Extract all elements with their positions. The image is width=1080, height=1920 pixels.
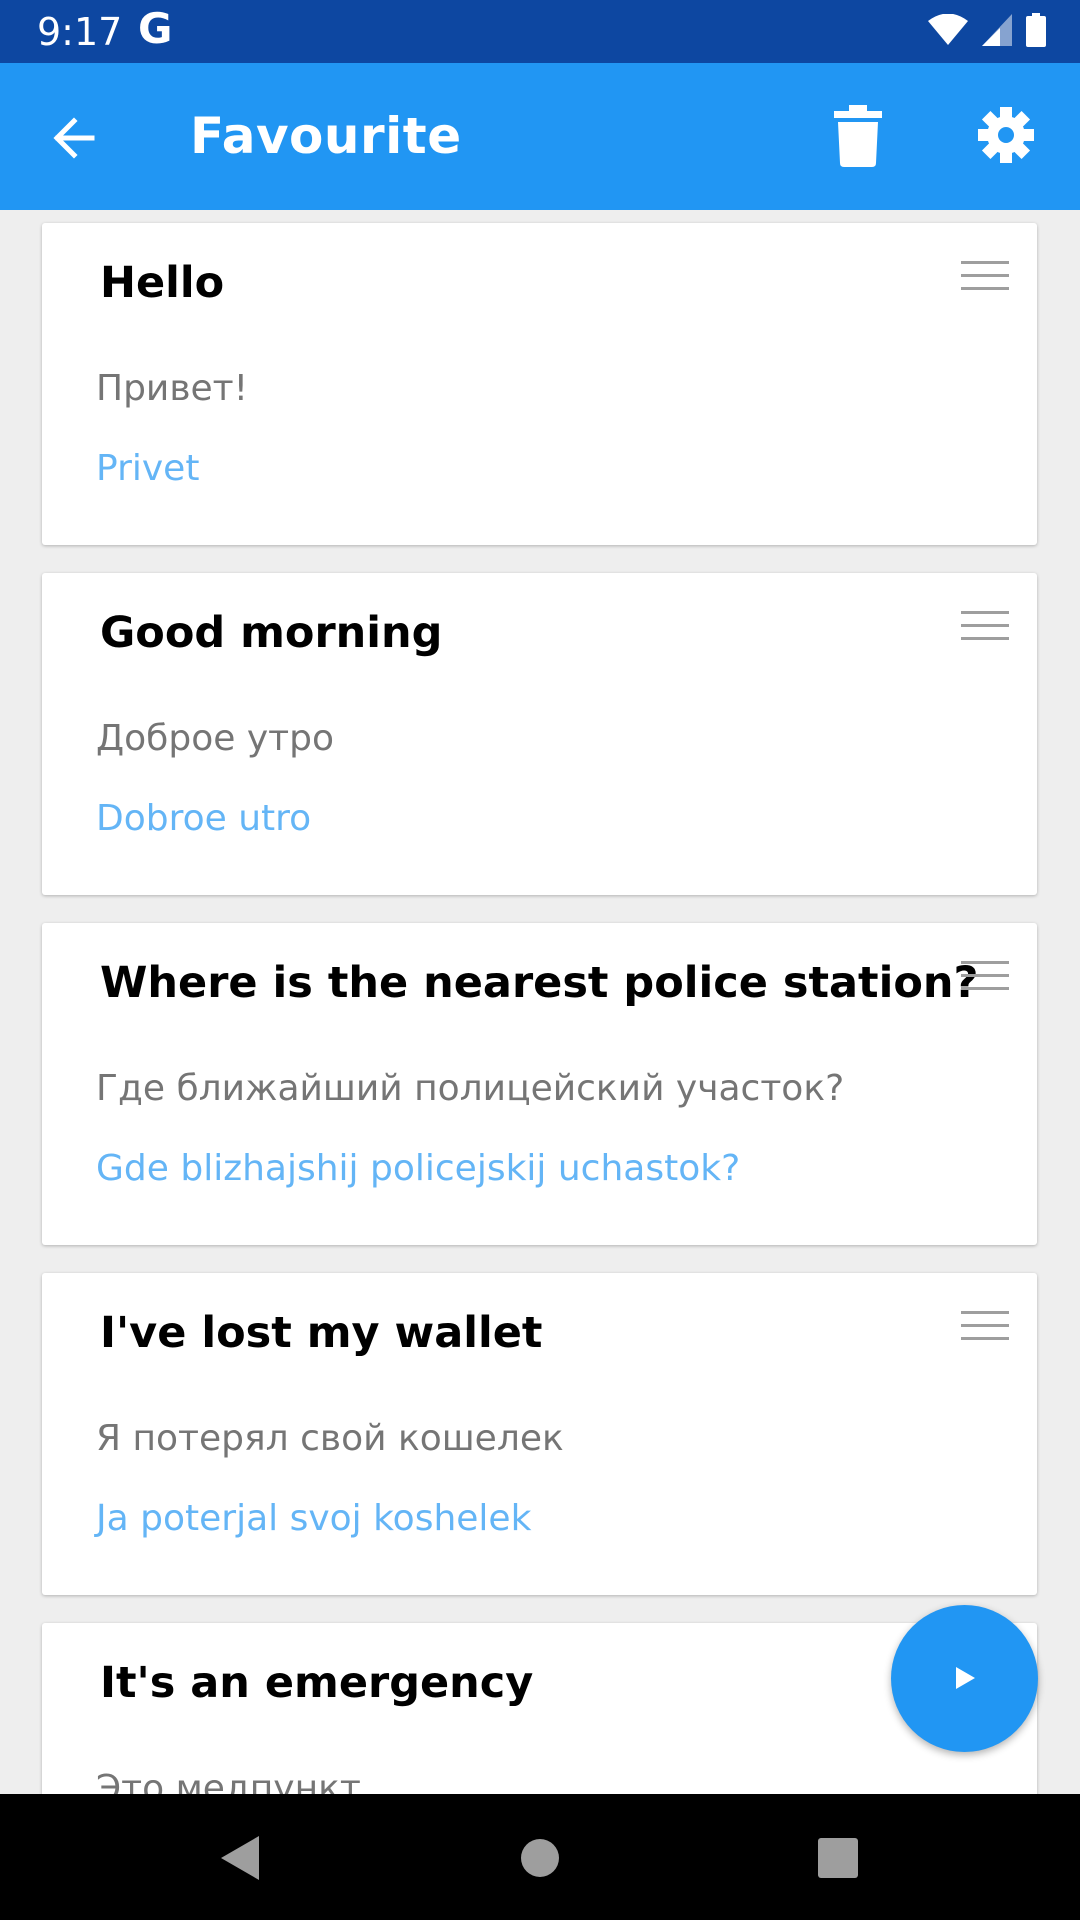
- drag-handle-icon[interactable]: [961, 1311, 1009, 1341]
- translation-text: Доброе утро: [96, 718, 334, 759]
- app-bar: Favourite: [0, 63, 1080, 210]
- drag-handle-icon[interactable]: [961, 961, 1009, 991]
- translation-text: Это медпункт: [96, 1768, 361, 1794]
- battery-icon: [1026, 13, 1046, 47]
- phrase-text: I've lost my wallet: [100, 1308, 543, 1358]
- status-bar: 9:17 G: [0, 0, 1080, 63]
- home-circle-icon[interactable]: [512, 1830, 568, 1886]
- translation-text: Я потерял свой кошелек: [96, 1418, 564, 1459]
- favourites-list[interactable]: Hello Привет! Privet Good morning Доброе…: [0, 210, 1080, 1794]
- status-time: 9:17: [37, 10, 123, 54]
- status-icons: [928, 12, 1046, 48]
- drag-handle-icon[interactable]: [961, 261, 1009, 291]
- phrase-card[interactable]: Where is the nearest police station? Где…: [42, 923, 1037, 1245]
- phrase-card[interactable]: Good morning Доброе утро Dobroe utro: [42, 573, 1037, 895]
- back-triangle-icon[interactable]: [211, 1830, 267, 1886]
- phrase-text: Where is the nearest police station?: [100, 958, 979, 1008]
- google-icon: G: [138, 4, 173, 53]
- transliteration-text: Ja poterjal svoj koshelek: [96, 1498, 532, 1539]
- phrase-card[interactable]: I've lost my wallet Я потерял свой кошел…: [42, 1273, 1037, 1595]
- recents-square-icon[interactable]: [810, 1830, 866, 1886]
- nav-bar: [0, 1794, 1080, 1920]
- signal-icon: [982, 14, 1012, 46]
- wifi-icon: [928, 14, 968, 45]
- back-arrow-icon[interactable]: [44, 108, 104, 168]
- transliteration-text: Privet: [96, 448, 200, 489]
- transliteration-text: Gde blizhajshij policejskij uchastok?: [96, 1148, 741, 1189]
- translation-text: Привет!: [96, 368, 249, 409]
- trash-icon[interactable]: [834, 105, 882, 167]
- phrase-text: Good morning: [100, 608, 443, 658]
- phrase-card[interactable]: Hello Привет! Privet: [42, 223, 1037, 545]
- phrase-card[interactable]: It's an emergency Это медпункт: [42, 1623, 1037, 1794]
- transliteration-text: Dobroe utro: [96, 798, 312, 839]
- play-icon: [956, 1667, 975, 1689]
- translation-text: Где ближайший полицейский участок?: [96, 1068, 845, 1109]
- phrase-text: Hello: [100, 258, 225, 308]
- gear-icon[interactable]: [978, 107, 1034, 163]
- drag-handle-icon[interactable]: [961, 611, 1009, 641]
- phrase-text: It's an emergency: [100, 1658, 534, 1708]
- play-button[interactable]: [891, 1605, 1038, 1752]
- page-title: Favourite: [190, 107, 462, 165]
